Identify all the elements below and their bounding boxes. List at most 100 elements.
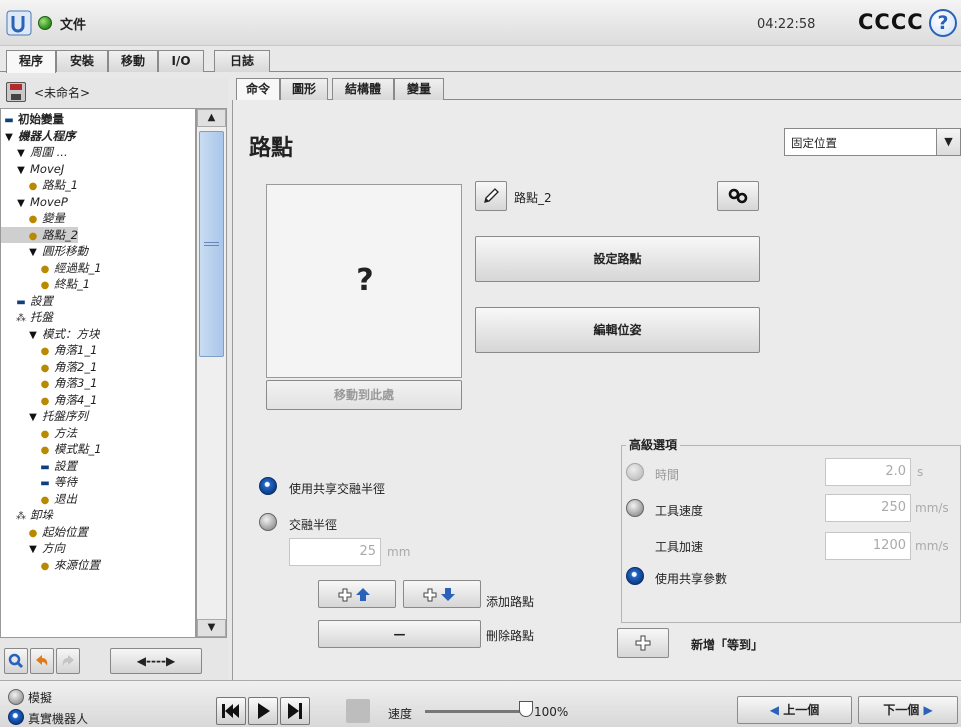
tree-node[interactable]: ▬ 初始變量: [1, 111, 64, 127]
add-waypoint-after-button[interactable]: [403, 580, 481, 608]
tree-node-label: 托盤: [30, 310, 53, 324]
tree-node[interactable]: ● 路點_1: [1, 177, 78, 193]
add-waypoint-before-button[interactable]: [318, 580, 396, 608]
add-wait-button[interactable]: [617, 628, 669, 658]
blend-radius-radio[interactable]: [259, 513, 277, 531]
tab-io[interactable]: I/O: [158, 50, 204, 72]
tree-node[interactable]: ● 來源位置: [1, 557, 100, 573]
tree-node[interactable]: ▬ 等待: [1, 474, 77, 490]
waypoint-name: 路點_2: [514, 191, 552, 205]
tree-node[interactable]: ● 起始位置: [1, 524, 88, 540]
tree-node-label: MoveJ: [30, 161, 65, 176]
previous-button[interactable]: ◀ 上一個: [737, 696, 852, 724]
play-button[interactable]: [248, 697, 278, 725]
tree-scrollbar[interactable]: ▲ ▼: [196, 108, 227, 638]
ur-logo-icon[interactable]: [6, 10, 32, 36]
tree-node[interactable]: ▼ 機器人程序: [1, 128, 76, 144]
scroll-thumb[interactable]: [199, 131, 224, 357]
tab-move[interactable]: 移動: [108, 50, 158, 72]
tab-log[interactable]: 日誌: [214, 50, 270, 72]
tree-node[interactable]: ▬ 設置: [1, 458, 77, 474]
tab-command[interactable]: 命令: [236, 78, 280, 101]
tree-node[interactable]: ● 經過點_1: [1, 260, 102, 276]
undo-button[interactable]: [30, 648, 54, 674]
speed-slider[interactable]: [425, 710, 525, 713]
tab-graphics[interactable]: 圖形: [280, 78, 328, 100]
tab-installation[interactable]: 安裝: [56, 50, 108, 72]
move-node-button[interactable]: ◀----▶: [110, 648, 202, 674]
skip-back-button[interactable]: [216, 697, 246, 725]
tree-node[interactable]: ● 角落2_1: [1, 359, 98, 375]
save-icon[interactable]: [6, 82, 26, 102]
next-button[interactable]: 下一個 ▶: [858, 696, 958, 724]
scroll-up-icon[interactable]: ▲: [197, 109, 226, 127]
next-label: 下一個: [883, 703, 920, 717]
tree-node[interactable]: ▬ 設置: [1, 293, 53, 309]
undo-icon: [36, 655, 48, 666]
tool-accel-unit: mm/s: [915, 539, 949, 553]
edit-pose-button[interactable]: 編輯位姿: [475, 307, 760, 353]
rename-button[interactable]: [475, 181, 507, 211]
tree-node-label: 來源位置: [54, 557, 100, 572]
help-icon[interactable]: ?: [929, 9, 957, 37]
program-tree[interactable]: ▬ 初始變量 ▼ 機器人程序 ▼ 周圍 ... ▼ MoveJ ● 路點_1 ▼ MoveP ● 變量 ● 路…: [0, 108, 196, 638]
set-waypoint-button[interactable]: 設定路點: [475, 236, 760, 282]
redo-button[interactable]: [56, 648, 80, 674]
tree-node[interactable]: ● 路點_2: [1, 226, 79, 243]
tree-node[interactable]: ● 終點_1: [1, 276, 90, 292]
tree-node[interactable]: ● 退出: [1, 491, 77, 507]
tree-node[interactable]: ● 模式點_1: [1, 441, 102, 457]
tree-node[interactable]: ● 角落4_1: [1, 392, 98, 408]
tree-node[interactable]: ● 角落1_1: [1, 342, 98, 358]
tab-program[interactable]: 程序: [6, 50, 56, 73]
move-here-button[interactable]: 移動到此處: [266, 380, 462, 410]
tree-node[interactable]: ● 方法: [1, 425, 77, 441]
tab-variables[interactable]: 變量: [394, 78, 444, 100]
tree-node[interactable]: ● 變量: [1, 210, 65, 226]
tree-node[interactable]: ⁂ 卸垛: [1, 507, 53, 523]
file-menu[interactable]: 文件: [60, 14, 86, 33]
tool-accel-field[interactable]: 1200: [825, 532, 911, 560]
tool-speed-field[interactable]: 250: [825, 494, 911, 522]
tool-speed-radio[interactable]: [626, 499, 644, 517]
position-type-select[interactable]: 固定位置 ▼: [784, 128, 961, 156]
tree-node[interactable]: ● 角落3_1: [1, 375, 98, 391]
arrow-right-icon: ▶: [923, 703, 933, 717]
redo-icon: [62, 655, 74, 666]
search-button[interactable]: [4, 648, 28, 674]
program-name: <未命名>: [34, 86, 91, 100]
time-field[interactable]: 2.0: [825, 458, 911, 486]
tree-node[interactable]: ▼ MoveP: [1, 194, 68, 210]
delete-waypoint-button[interactable]: —: [318, 620, 481, 648]
step-forward-button[interactable]: [280, 697, 310, 725]
command-panel: 路點 固定位置 ▼ ? 移動到此處 路點_2 設定路點 編輯位姿 使用共享交融半…: [232, 100, 961, 680]
blend-radius-field[interactable]: 25: [289, 538, 381, 566]
simulation-radio[interactable]: [8, 689, 24, 705]
tree-node[interactable]: ▼ 方向: [1, 540, 65, 556]
tree-node[interactable]: ⁂ 托盤: [1, 309, 53, 325]
shared-blend-radio[interactable]: [259, 477, 277, 495]
bottom-bar: 模擬 真實機器人 速度 100% ◀ 上一個 下一個 ▶: [0, 680, 961, 727]
shared-params-radio[interactable]: [626, 567, 644, 585]
link-waypoint-button[interactable]: [717, 181, 759, 211]
advanced-options-title: 高級選項: [626, 436, 681, 453]
tab-structure[interactable]: 結構體: [332, 78, 394, 100]
tree-node-label: 角落2_1: [54, 359, 98, 374]
tree-node-label: 角落4_1: [54, 392, 98, 407]
tree-node[interactable]: ▼ 模式：方块: [1, 326, 99, 342]
tree-node[interactable]: ▼ 周圍 ...: [1, 144, 67, 160]
tree-node-label: 退出: [54, 491, 77, 506]
stop-button[interactable]: [346, 699, 370, 723]
tree-node-label: 機器人程序: [18, 128, 76, 143]
add-waypoint-label: 添加路點: [486, 595, 535, 609]
time-radio[interactable]: [626, 463, 644, 481]
tree-node[interactable]: ▼ MoveJ: [1, 161, 64, 177]
speed-value: 100%: [534, 705, 569, 719]
scroll-down-icon[interactable]: ▼: [197, 619, 226, 637]
speed-slider-handle[interactable]: [519, 701, 533, 717]
real-robot-radio[interactable]: [8, 709, 24, 725]
tree-node[interactable]: ▼ 托盤序列: [1, 408, 88, 424]
tree-node[interactable]: ▼ 圓形移動: [1, 243, 88, 259]
chevron-down-icon[interactable]: ▼: [936, 129, 960, 155]
search-icon: [8, 653, 24, 669]
